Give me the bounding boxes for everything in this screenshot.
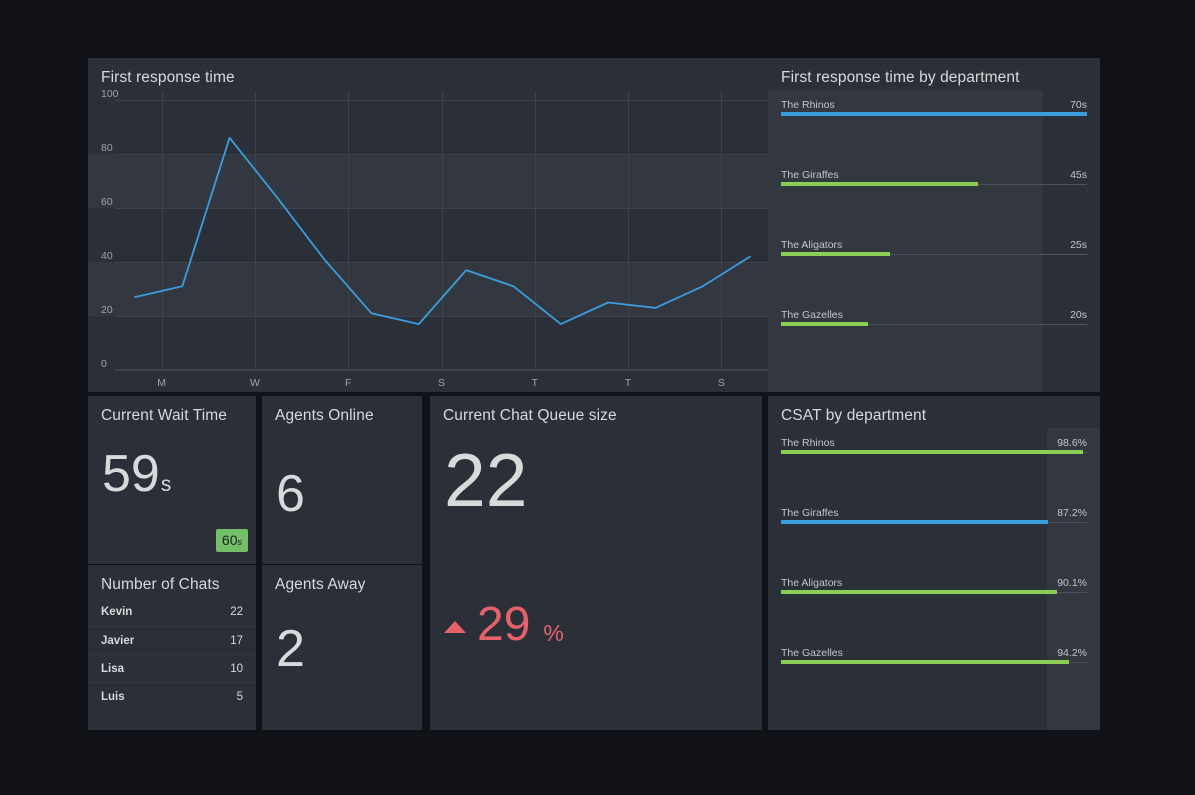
- bar-gauge-value: 98.6%: [1057, 437, 1087, 449]
- panel-title-agents-online: Agents Online: [275, 407, 374, 424]
- current-wait-time-value: 59s: [102, 448, 171, 500]
- timeseries-x-tick-label: T: [531, 377, 538, 389]
- bar-gauge-value: 20s: [1070, 309, 1087, 321]
- bar-gauge-label: The Rhinos: [781, 99, 835, 111]
- bar-gauge-label: The Giraffes: [781, 507, 839, 519]
- panel-first-response-time[interactable]: First response time 0 20 40 60 80 100 MWFSTTS: [88, 58, 768, 392]
- chat-queue-size-delta: 29 %: [444, 601, 564, 649]
- timeseries-x-tick-label: W: [249, 377, 260, 389]
- panel-title-chat-queue-size: Current Chat Queue size: [443, 407, 617, 424]
- timeseries-x-tick-label: T: [624, 377, 632, 389]
- current-wait-time-number: 59: [102, 445, 160, 503]
- panel-title-current-wait-time: Current Wait Time: [101, 407, 228, 424]
- panel-title-frt-by-department: First response time by department: [781, 69, 1020, 86]
- panel-title-csat-by-department: CSAT by department: [781, 407, 927, 424]
- table-row[interactable]: Luis 5: [88, 682, 256, 710]
- table-row[interactable]: Kevin 22: [88, 598, 256, 626]
- chat-count-value: 10: [230, 662, 243, 675]
- chat-agent-name: Lisa: [101, 662, 125, 675]
- timeseries-x-tick-label: M: [157, 377, 167, 389]
- bar-gauge-value: 94.2%: [1057, 647, 1087, 659]
- chat-queue-delta-unit: %: [543, 619, 564, 646]
- bar-gauge-label: The Rhinos: [781, 437, 835, 449]
- threshold-number: 60: [221, 532, 238, 548]
- panel-title-agents-away: Agents Away: [275, 576, 366, 593]
- timeseries-x-axis-line: [115, 369, 768, 370]
- bar-gauge-fill: [781, 660, 1070, 664]
- chat-queue-size-value: 22: [444, 438, 528, 522]
- threshold-unit: s: [237, 537, 243, 547]
- bar-gauge-label: The Giraffes: [781, 169, 839, 181]
- bar-gauge-fill: [781, 322, 869, 326]
- bar-gauge-value: 45s: [1070, 169, 1087, 181]
- agents-away-value: 2: [276, 620, 305, 678]
- panel-current-chat-queue-size[interactable]: Current Chat Queue size 22 29 %: [430, 396, 762, 730]
- chat-queue-delta-number: 29: [477, 598, 531, 651]
- panel-number-of-chats[interactable]: Number of Chats Kevin 22 Javier 17 Lisa 10 Lui…: [88, 565, 256, 730]
- bar-gauge-label: The Aligators: [781, 577, 843, 589]
- panel-csat-by-department[interactable]: CSAT by department The Rhinos 98.6% The Gi…: [768, 396, 1100, 730]
- timeseries-line-series: [134, 136, 751, 326]
- trend-up-triangle-icon: [444, 621, 466, 633]
- chat-count-value: 5: [236, 690, 243, 703]
- panel-current-wait-time[interactable]: Current Wait Time 59s 60s: [88, 396, 256, 564]
- bar-gauge-label: The Aligators: [781, 239, 843, 251]
- bar-gauge-fill: [781, 450, 1083, 454]
- chat-count-value: 17: [230, 634, 243, 647]
- chat-agent-name: Kevin: [101, 606, 133, 618]
- current-wait-time-threshold-badge: 60s: [215, 529, 248, 552]
- bar-gauge-label: The Gazelles: [781, 647, 843, 659]
- panel-agents-away[interactable]: Agents Away 2: [262, 565, 422, 730]
- table-row[interactable]: Lisa 10: [88, 654, 256, 682]
- timeseries-plot[interactable]: 0 20 40 60 80 100 MWFSTTS: [88, 89, 768, 392]
- bar-gauge-fill: [781, 112, 1087, 116]
- panel-title-first-response-time: First response time: [101, 69, 235, 86]
- number-of-chats-table: Kevin 22 Javier 17 Lisa 10 Luis 5: [88, 598, 256, 710]
- timeseries-line-svg: [134, 136, 751, 326]
- timeseries-x-tick-label: F: [344, 377, 352, 389]
- panel-first-response-time-by-department[interactable]: First response time by department The Rh…: [768, 58, 1100, 392]
- bar-gauge-value: 70s: [1070, 99, 1087, 111]
- bar-gauge-fill: [781, 520, 1048, 524]
- chat-agent-name: Luis: [101, 690, 125, 703]
- csat-bar-gauge-area: The Rhinos 98.6% The Giraffes 87.2% The Alig…: [768, 428, 1100, 730]
- panel-agents-online[interactable]: Agents Online 6: [262, 396, 422, 564]
- bar-gauge-fill: [781, 252, 891, 256]
- current-wait-time-unit: s: [160, 473, 172, 496]
- frt-bar-gauge-area: The Rhinos 70s The Giraffes 45s The Aligator…: [768, 90, 1100, 392]
- dashboard-root: First response time 0 20 40 60 80 100 MWFSTTS…: [0, 0, 1195, 795]
- table-row[interactable]: Javier 17: [88, 626, 256, 654]
- bar-gauge-value: 25s: [1070, 239, 1087, 251]
- bar-gauge-label: The Gazelles: [781, 309, 843, 321]
- bar-gauge-fill: [781, 182, 978, 186]
- agents-online-value: 6: [276, 465, 305, 523]
- panel-title-number-of-chats: Number of Chats: [101, 576, 220, 593]
- chat-count-value: 22: [230, 606, 243, 618]
- chat-agent-name: Javier: [101, 634, 135, 647]
- bar-gauge-value: 87.2%: [1057, 507, 1087, 519]
- bar-gauge-fill: [781, 590, 1057, 594]
- bar-gauge-value: 90.1%: [1057, 577, 1087, 589]
- timeseries-x-tick-label: S: [717, 377, 725, 389]
- timeseries-x-tick-label: S: [437, 377, 446, 389]
